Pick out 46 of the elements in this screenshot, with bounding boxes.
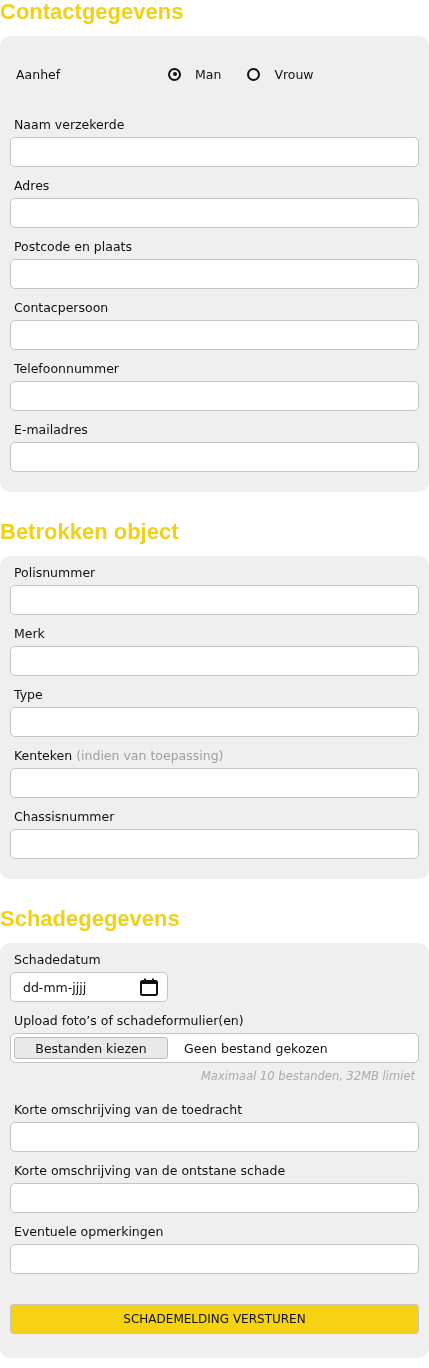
field-hint: (indien van toepassing) <box>76 748 224 763</box>
field-label: Kenteken <box>14 748 73 763</box>
radio-button[interactable] <box>247 67 261 81</box>
section-title: Schadegegevens <box>0 907 181 931</box>
input-field[interactable] <box>10 768 419 798</box>
file-field[interactable]: Bestanden kiezen Geen bestand gekozen <box>10 1033 419 1063</box>
input-field[interactable] <box>10 320 419 350</box>
field-label: Korte omschrijving van de ontstane schade <box>13 1162 287 1180</box>
input-field[interactable] <box>10 259 419 289</box>
field-label: Telefoonnummer <box>13 360 120 378</box>
field-label: Aanhef <box>16 66 62 82</box>
radio-label: Man <box>195 66 222 82</box>
radio-label: Vrouw <box>274 66 314 82</box>
field-label: Chassisnummer <box>13 808 116 826</box>
field-label: Type <box>13 686 44 704</box>
section-title: Betrokken object <box>0 520 180 544</box>
input-field[interactable] <box>10 707 419 737</box>
file-status: Geen bestand gekozen <box>184 1040 328 1056</box>
section-title: Contactgegevens <box>0 0 185 24</box>
field-label: Korte omschrijving van de toedracht <box>13 1101 244 1119</box>
field-label: Eventuele opmerkingen <box>13 1223 165 1241</box>
input-field[interactable] <box>10 646 419 676</box>
input-field[interactable] <box>10 829 419 859</box>
calendar-icon[interactable] <box>139 977 159 997</box>
date-field[interactable]: dd-mm-jjjj <box>10 972 168 1002</box>
input-field[interactable] <box>10 1122 419 1152</box>
input-field[interactable] <box>10 198 419 228</box>
field-label: Adres <box>13 177 51 195</box>
field-label: Schadedatum <box>13 951 102 969</box>
field-label: Contacpersoon <box>13 299 110 317</box>
input-field[interactable] <box>10 137 419 167</box>
upload-note: Maximaal 10 bestanden, 32MB limiet <box>199 1069 415 1083</box>
choose-files-button[interactable]: Bestanden kiezen <box>14 1037 168 1059</box>
input-field[interactable] <box>10 1244 419 1274</box>
submit-button[interactable]: SCHADEMELDING VERSTUREN <box>10 1304 419 1334</box>
field-label: Naam verzekerde <box>13 116 126 134</box>
input-field[interactable] <box>10 1183 419 1213</box>
field-label: Merk <box>13 625 46 643</box>
field-label: Polisnummer <box>13 564 97 582</box>
input-field[interactable] <box>10 442 419 472</box>
field-label: E-mailadres <box>13 421 89 439</box>
field-label: Postcode en plaats <box>13 238 133 256</box>
radio-button[interactable] <box>168 67 181 81</box>
input-field[interactable] <box>10 381 419 411</box>
field-label: Upload foto’s of schadeformulier(en) <box>13 1012 245 1030</box>
input-field[interactable] <box>10 585 419 615</box>
